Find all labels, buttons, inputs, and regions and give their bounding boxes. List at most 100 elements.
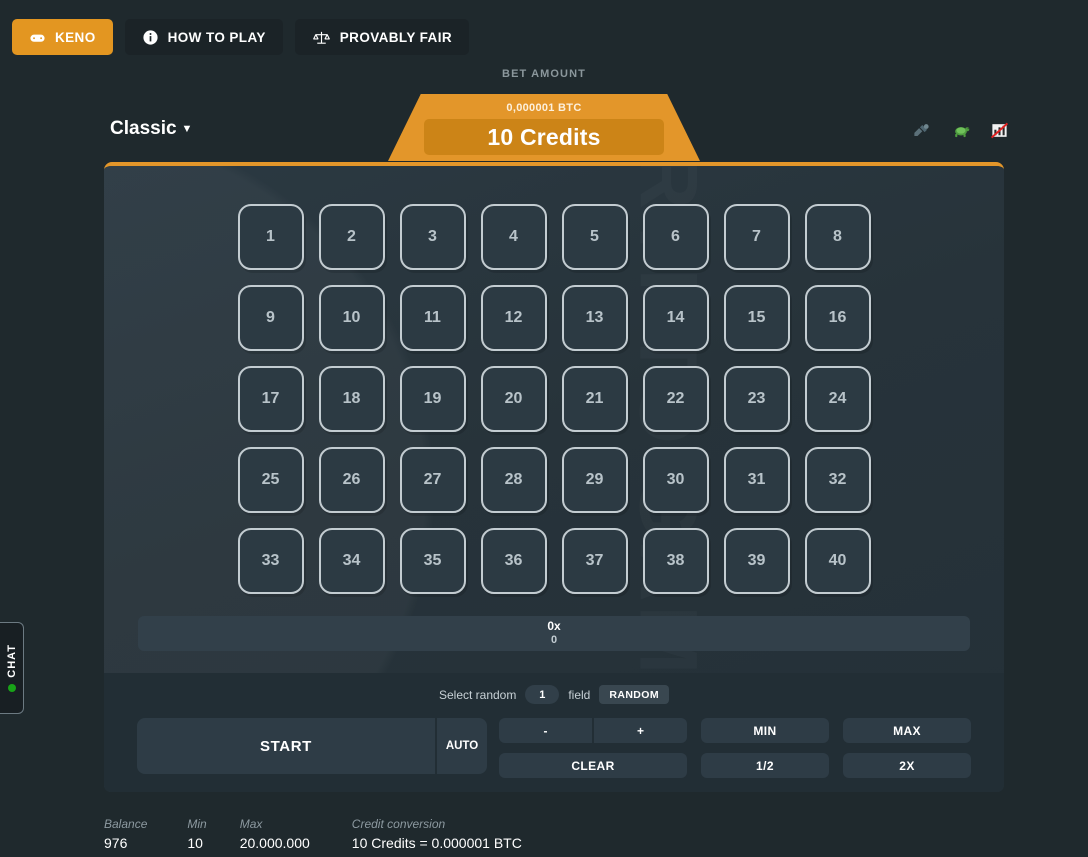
footer-stat: Balance 976	[104, 816, 147, 853]
number-tile[interactable]: 18	[318, 366, 385, 432]
number-tile[interactable]: 26	[318, 447, 385, 513]
number-tile[interactable]: 24	[804, 366, 871, 432]
number-tile[interactable]: 36	[480, 528, 547, 594]
footer-stat-value: 976	[104, 835, 128, 851]
bet-adjust-grid: - + MIN MAX CLEAR 1/2 2X	[499, 718, 971, 778]
number-tile[interactable]: 37	[561, 528, 628, 594]
number-tile[interactable]: 20	[480, 366, 547, 432]
increase-bet-button[interactable]: +	[594, 718, 687, 743]
number-tile[interactable]: 21	[561, 366, 628, 432]
tab-how-to-play[interactable]: HOW TO PLAY	[124, 19, 283, 55]
number-tile[interactable]: 17	[237, 366, 304, 432]
footer-stat-label: Credit conversion	[351, 817, 446, 831]
clear-button[interactable]: CLEAR	[499, 753, 687, 778]
scales-icon	[312, 29, 331, 46]
random-count-input[interactable]: 1	[525, 685, 560, 704]
multiplier-payout: 0	[550, 634, 558, 647]
number-tile[interactable]: 28	[480, 447, 547, 513]
number-tile[interactable]: 29	[561, 447, 628, 513]
start-button[interactable]: START	[137, 718, 435, 774]
number-tile[interactable]: 25	[237, 447, 304, 513]
tab-provably-fair[interactable]: PROVABLY FAIR	[294, 19, 470, 55]
select-random-suffix: field	[568, 687, 591, 702]
random-button[interactable]: RANDOM	[599, 685, 670, 704]
gamepad-icon	[29, 29, 46, 46]
keno-number-grid: 1 2 3 4 5 6 7 8 9 10 11 12 13 14 15 16 17 18 19 20 21 22 23 24 2…	[104, 166, 1004, 594]
number-tile[interactable]: 19	[399, 366, 466, 432]
number-tile[interactable]: 33	[237, 528, 304, 594]
number-tile[interactable]: 2	[318, 204, 385, 270]
multiplier-bar: 0x 0	[138, 616, 970, 651]
number-tile[interactable]: 11	[399, 285, 466, 351]
chat-tab-label: CHAT	[5, 644, 18, 678]
footer-stat-value: 20.000.000	[239, 835, 310, 851]
bet-amount-label: BET AMOUNT	[502, 68, 586, 80]
number-tile[interactable]: 6	[642, 204, 709, 270]
chat-online-dot	[7, 683, 16, 692]
start-auto-group: START AUTO	[137, 718, 487, 774]
number-tile[interactable]: 5	[561, 204, 628, 270]
footer-stat: Max 20.000.000	[240, 816, 310, 853]
number-tile[interactable]: 34	[318, 528, 385, 594]
number-tile[interactable]: 16	[804, 285, 871, 351]
footer-stat: Min 10	[187, 816, 206, 853]
decrease-bet-button[interactable]: -	[499, 718, 592, 743]
number-tile[interactable]: 40	[804, 528, 871, 594]
hotkeys-icon[interactable]	[911, 120, 932, 141]
max-bet-button[interactable]: MAX	[843, 718, 971, 743]
number-tile[interactable]: 12	[480, 285, 547, 351]
game-mode-label: Classic	[110, 118, 177, 139]
number-tile[interactable]: 32	[804, 447, 871, 513]
footer-stats: Balance 976 Min 10 Max 20.000.000 Credit conve…	[104, 816, 522, 853]
footer-stat-value: 10 Credits = 0.000001 BTC	[351, 835, 522, 851]
controls-section: Select random 1 field RANDOM START AUTO …	[104, 673, 1004, 792]
number-tile[interactable]: 30	[642, 447, 709, 513]
number-tile[interactable]: 10	[318, 285, 385, 351]
number-tile[interactable]: 39	[723, 528, 790, 594]
min-bet-button[interactable]: MIN	[701, 718, 829, 743]
number-tile[interactable]: 3	[399, 204, 466, 270]
chat-tab[interactable]: CHAT	[0, 622, 24, 714]
bet-amount-banner: 0,000001 BTC 10 Credits	[388, 94, 700, 161]
header-icon-group	[911, 120, 1010, 141]
info-icon	[142, 29, 159, 46]
bet-amount-section: BET AMOUNT 0,000001 BTC 10 Credits	[0, 68, 1088, 161]
number-tile[interactable]: 13	[561, 285, 628, 351]
number-tile[interactable]: 4	[480, 204, 547, 270]
footer-stat: Credit conversion 10 Credits = 0.000001 B…	[352, 816, 522, 853]
number-tile[interactable]: 8	[804, 204, 871, 270]
select-random-row: Select random 1 field RANDOM	[104, 685, 1004, 704]
number-tile[interactable]: 23	[723, 366, 790, 432]
number-tile[interactable]: 1	[237, 204, 304, 270]
number-tile[interactable]: 14	[642, 285, 709, 351]
footer-stat-label: Max	[239, 817, 263, 831]
tab-how-to-play-label: HOW TO PLAY	[167, 29, 266, 45]
number-tile[interactable]: 27	[399, 447, 466, 513]
select-random-prefix: Select random	[438, 687, 517, 702]
number-tile[interactable]: 38	[642, 528, 709, 594]
number-tile[interactable]: 7	[723, 204, 790, 270]
stats-disabled-icon[interactable]	[989, 120, 1010, 141]
turtle-speed-icon[interactable]	[950, 120, 971, 141]
bet-amount-credits[interactable]: 10 Credits	[424, 119, 664, 155]
footer-stat-label: Min	[187, 817, 207, 831]
number-tile[interactable]: 31	[723, 447, 790, 513]
number-tile[interactable]: 35	[399, 528, 466, 594]
auto-button[interactable]: AUTO	[435, 718, 487, 774]
tab-provably-fair-label: PROVABLY FAIR	[339, 29, 453, 45]
tab-keno-label: KENO	[55, 29, 96, 45]
top-tab-bar: KENO HOW TO PLAY PROVABLY FAIR	[12, 19, 470, 55]
number-tile[interactable]: 15	[723, 285, 790, 351]
game-mode-selector[interactable]: Classic ▼	[110, 118, 192, 140]
bet-amount-btc: 0,000001 BTC	[506, 102, 582, 114]
number-tile[interactable]: 9	[237, 285, 304, 351]
footer-stat-value: 10	[187, 835, 203, 851]
tab-keno[interactable]: KENO	[12, 19, 113, 55]
footer-stat-label: Balance	[104, 817, 148, 831]
double-bet-button[interactable]: 2X	[843, 753, 971, 778]
game-panel: CRYPTO GAMES 123456789101112131415161718…	[104, 162, 1004, 792]
number-tile[interactable]: 22	[642, 366, 709, 432]
multiplier-value: 0x	[547, 619, 561, 634]
half-bet-button[interactable]: 1/2	[701, 753, 829, 778]
action-button-row: START AUTO - + MIN MAX CLEAR 1/2 2X	[104, 718, 1004, 778]
